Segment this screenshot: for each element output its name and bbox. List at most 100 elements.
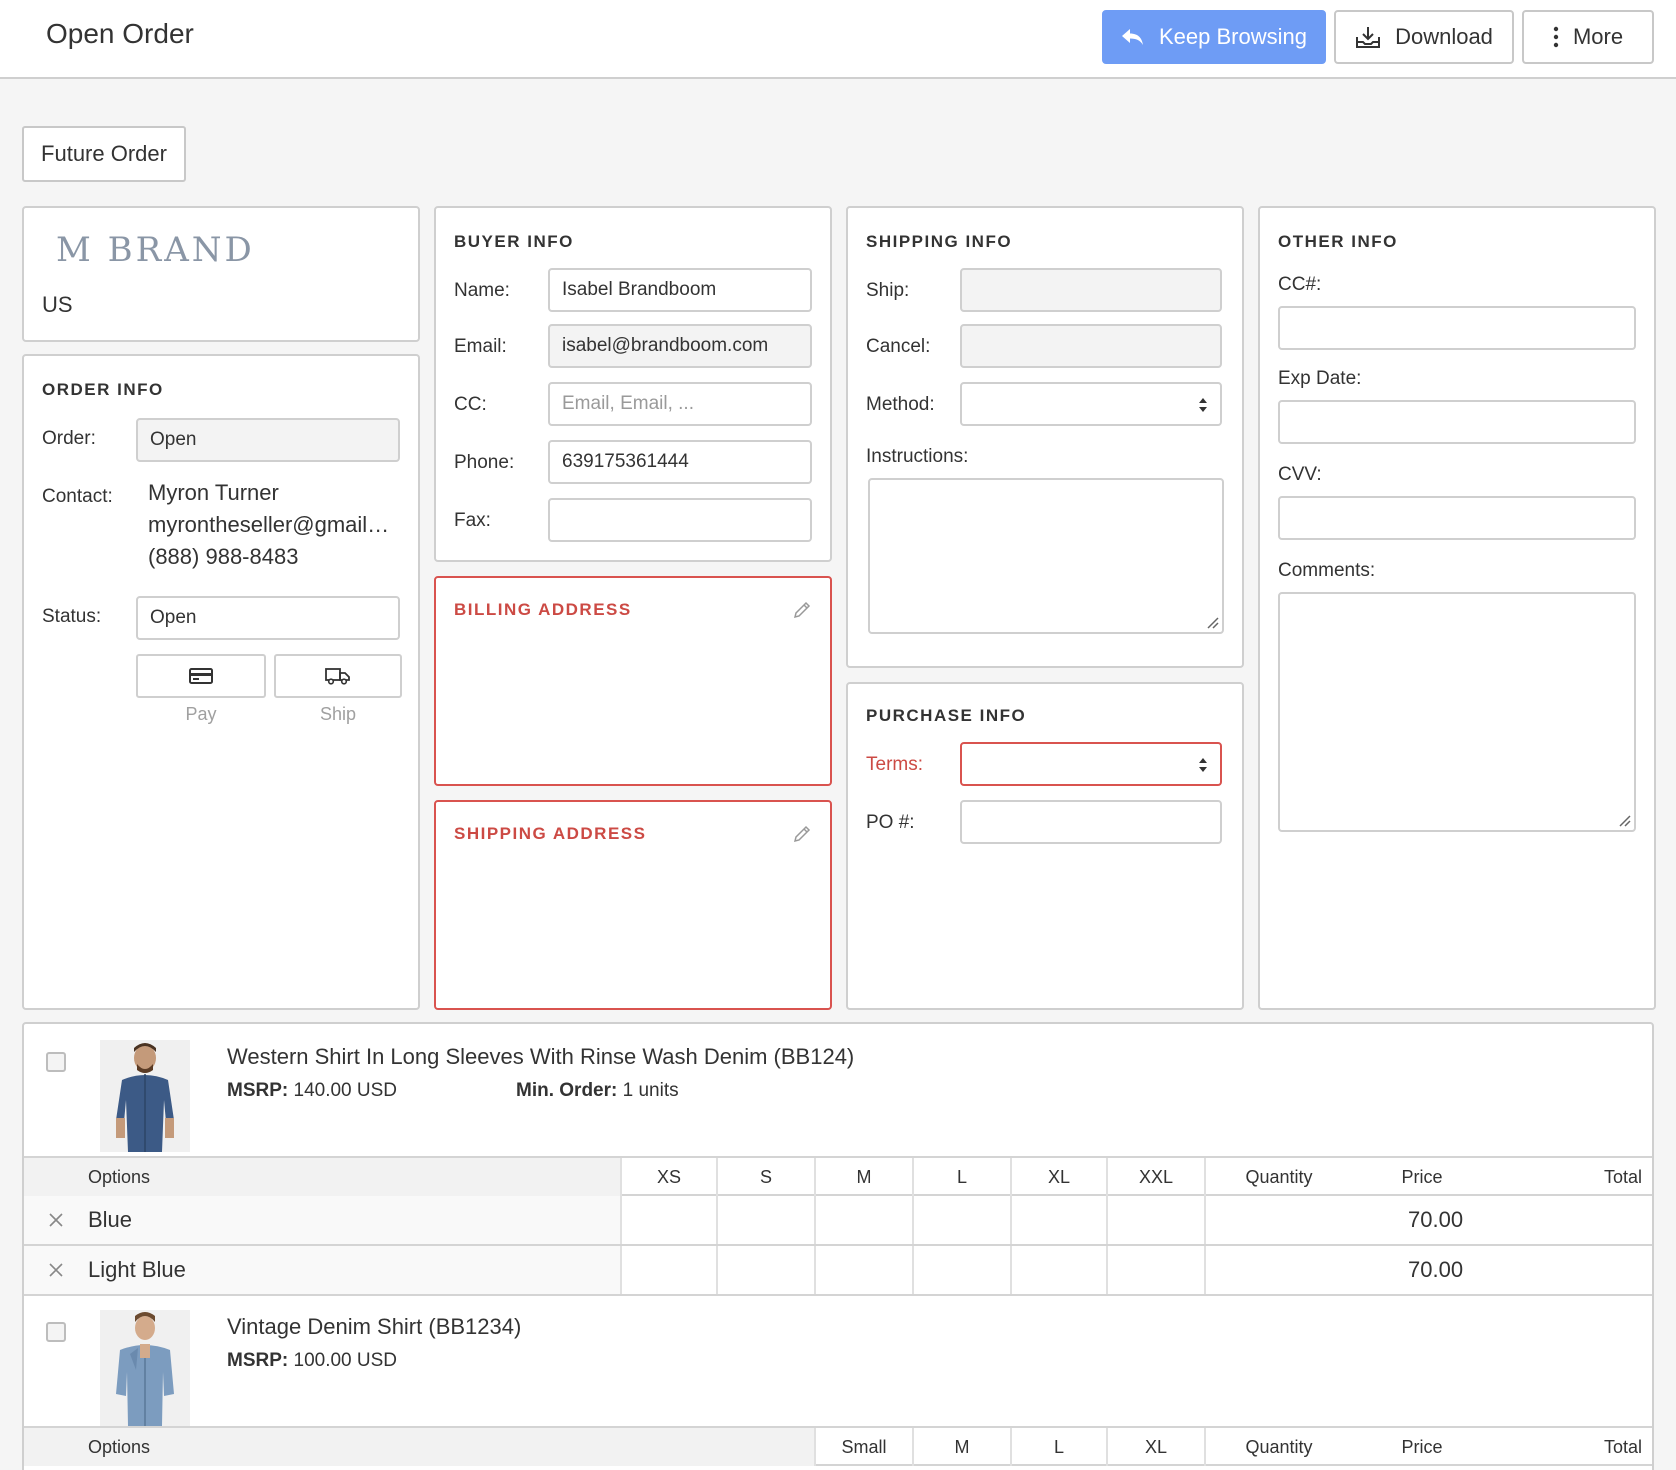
qty-cell-xl[interactable] xyxy=(1010,1246,1106,1294)
total-header: Total xyxy=(1603,1436,1642,1457)
cvv-label: CVV: xyxy=(1278,464,1322,485)
qty-cell-xs[interactable] xyxy=(620,1246,716,1294)
order-status-field: Open xyxy=(136,418,400,462)
size-header: XL xyxy=(1010,1158,1106,1196)
buyer-fax-field[interactable] xyxy=(548,498,812,542)
quantity-header: Quantity xyxy=(1204,1428,1352,1466)
po-field[interactable] xyxy=(960,800,1222,844)
qty-cell-m[interactable] xyxy=(814,1246,912,1294)
buyer-email-field: isabel@brandboom.com xyxy=(548,324,812,368)
truck-icon xyxy=(325,668,350,685)
more-label: More xyxy=(1572,24,1624,49)
price-value: 70.00 xyxy=(1408,1257,1464,1282)
order-label: Order: xyxy=(42,428,96,449)
buyer-cc-field[interactable]: Email, Email, ... xyxy=(548,382,812,426)
size-header: XL xyxy=(1106,1428,1204,1466)
qty-cell-m[interactable] xyxy=(814,1196,912,1244)
product-msrp: MSRP: 140.00 USD xyxy=(227,1080,397,1102)
method-select[interactable] xyxy=(960,382,1222,426)
product-image[interactable] xyxy=(100,1040,190,1152)
status-label: Status: xyxy=(42,606,102,627)
quantity-header: Quantity xyxy=(1204,1158,1352,1196)
cc-number-field[interactable] xyxy=(1278,306,1636,350)
reply-arrow-icon xyxy=(1122,29,1143,45)
status-field[interactable]: Open xyxy=(136,596,400,640)
comments-textarea[interactable] xyxy=(1278,592,1636,832)
msrp-label: MSRP: xyxy=(227,1080,289,1101)
instructions-label: Instructions: xyxy=(866,446,969,467)
cancel-date-label: Cancel: xyxy=(866,336,931,357)
ship-date-field[interactable] xyxy=(960,268,1222,312)
qty-cell-s[interactable] xyxy=(716,1246,814,1294)
msrp-value: 140.00 USD xyxy=(293,1080,398,1101)
size-header: Small xyxy=(814,1428,912,1466)
qty-cell-xl[interactable] xyxy=(1010,1196,1106,1244)
other-info-panel: OTHER INFO CC#: Exp Date: CVV: Comments: xyxy=(1258,206,1656,1010)
product-image[interactable] xyxy=(100,1310,190,1426)
buyer-info-title: BUYER INFO xyxy=(454,232,574,251)
buyer-phone-field[interactable]: 639175361444 xyxy=(548,440,812,484)
billing-address-title: BILLING ADDRESS xyxy=(454,600,632,619)
shipping-address-panel[interactable]: SHIPPING ADDRESS xyxy=(434,800,832,1010)
buyer-name-label: Name: xyxy=(454,280,510,301)
contact-email: myrontheseller@gmail… xyxy=(148,512,390,537)
method-label: Method: xyxy=(866,394,935,415)
terms-select[interactable] xyxy=(960,742,1222,786)
product-msrp: MSRP: 100.00 USD xyxy=(227,1350,397,1372)
pencil-icon[interactable] xyxy=(792,600,812,620)
shipping-info-panel: SHIPPING INFO Ship: Cancel: Method: Inst… xyxy=(846,206,1244,668)
buyer-email-label: Email: xyxy=(454,336,507,357)
qty-cell-l[interactable] xyxy=(912,1246,1010,1294)
pencil-icon[interactable] xyxy=(792,824,812,844)
download-button[interactable]: Download xyxy=(1334,10,1514,64)
size-header: XXL xyxy=(1106,1158,1204,1196)
product-checkbox[interactable] xyxy=(46,1052,66,1072)
order-info-panel: ORDER INFO Order: Open Contact: Myron Tu… xyxy=(22,354,420,1010)
remove-x-icon[interactable] xyxy=(48,1262,64,1278)
cancel-date-field[interactable] xyxy=(960,324,1222,368)
page-title: Open Order xyxy=(46,18,194,49)
future-order-button[interactable]: Future Order xyxy=(22,126,186,182)
remove-x-icon[interactable] xyxy=(48,1212,64,1228)
keep-browsing-button[interactable]: Keep Browsing xyxy=(1102,10,1326,64)
billing-address-panel[interactable]: BILLING ADDRESS xyxy=(434,576,832,786)
purchase-info-title: PURCHASE INFO xyxy=(866,706,1027,725)
po-label: PO #: xyxy=(866,812,915,833)
option-name: Blue xyxy=(88,1207,133,1232)
size-header: XS xyxy=(620,1158,716,1196)
exp-date-field[interactable] xyxy=(1278,400,1636,444)
brand-country: US xyxy=(42,292,73,317)
download-tray-icon xyxy=(1356,27,1381,48)
buyer-phone-label: Phone: xyxy=(454,452,515,473)
qty-cell-s[interactable] xyxy=(716,1196,814,1244)
order-info-title: ORDER INFO xyxy=(42,380,164,399)
qty-cell-xxl[interactable] xyxy=(1106,1246,1204,1294)
buyer-name-field[interactable]: Isabel Brandboom xyxy=(548,268,812,312)
size-header: S xyxy=(716,1158,814,1196)
more-button[interactable]: More xyxy=(1522,10,1654,64)
qty-cell-xxl[interactable] xyxy=(1106,1196,1204,1244)
pay-button[interactable] xyxy=(136,654,266,698)
size-header: L xyxy=(912,1158,1010,1196)
table-row: Blue 70.00 xyxy=(24,1196,1652,1246)
price-header: Price xyxy=(1401,1436,1443,1457)
min-order-value: 1 units xyxy=(622,1080,679,1101)
instructions-textarea[interactable] xyxy=(868,478,1224,634)
cc-number-label: CC#: xyxy=(1278,274,1322,295)
cvv-field[interactable] xyxy=(1278,496,1636,540)
vertical-dots-icon xyxy=(1553,26,1559,48)
option-name: Light Blue xyxy=(88,1257,186,1282)
size-header: M xyxy=(814,1158,912,1196)
resize-grip-icon[interactable] xyxy=(1205,615,1219,629)
size-grid-header: Options Small M L XL Quantity Price Tota… xyxy=(24,1426,1652,1466)
vintage-denim-model-image xyxy=(100,1310,190,1426)
qty-cell-l[interactable] xyxy=(912,1196,1010,1244)
comments-label: Comments: xyxy=(1278,560,1376,581)
resize-grip-icon[interactable] xyxy=(1617,813,1631,827)
contact-label: Contact: xyxy=(42,486,113,507)
qty-cell-xs[interactable] xyxy=(620,1196,716,1244)
total-header: Total xyxy=(1603,1166,1642,1187)
product-checkbox[interactable] xyxy=(46,1322,66,1342)
ship-button[interactable] xyxy=(274,654,402,698)
keep-browsing-label: Keep Browsing xyxy=(1159,24,1307,49)
